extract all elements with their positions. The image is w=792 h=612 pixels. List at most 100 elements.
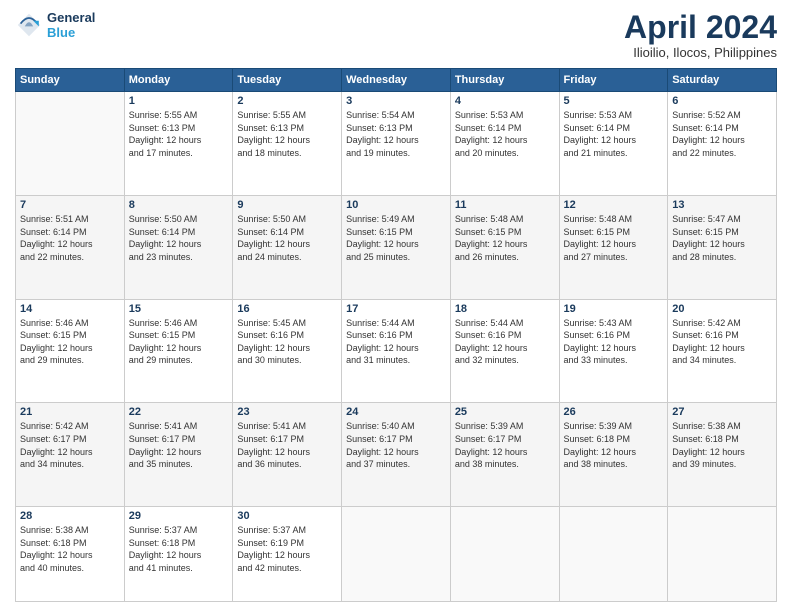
page: General Blue April 2024 Ilioilio, Ilocos… <box>0 0 792 612</box>
day-info: Sunrise: 5:44 AMSunset: 6:16 PMDaylight:… <box>346 317 446 367</box>
table-row <box>668 507 777 602</box>
table-row: 2Sunrise: 5:55 AMSunset: 6:13 PMDaylight… <box>233 92 342 196</box>
day-number: 19 <box>564 303 664 315</box>
day-info: Sunrise: 5:46 AMSunset: 6:15 PMDaylight:… <box>20 317 120 367</box>
day-number: 9 <box>237 199 337 211</box>
table-row: 15 Sunrise: 5:46 AMSunset: 6:15 PMDayligh… <box>124 299 233 403</box>
table-row: 16 Sunrise: 5:45 AMSunset: 6:16 PMDayligh… <box>233 299 342 403</box>
table-row: 12 Sunrise: 5:48 AMSunset: 6:15 PMDayligh… <box>559 195 668 299</box>
table-row <box>342 507 451 602</box>
day-number: 18 <box>455 303 555 315</box>
day-number: 7 <box>20 199 120 211</box>
title-section: April 2024 Ilioilio, Ilocos, Philippines <box>624 10 777 60</box>
logo-text: General Blue <box>47 10 95 40</box>
table-row: 22 Sunrise: 5:41 AMSunset: 6:17 PMDayligh… <box>124 403 233 507</box>
day-number: 14 <box>20 303 120 315</box>
day-info: Sunrise: 5:55 AMSunset: 6:13 PMDaylight:… <box>129 109 229 159</box>
table-row: 4 Sunrise: 5:53 AMSunset: 6:14 PMDaylight… <box>450 92 559 196</box>
col-tuesday: Tuesday <box>233 69 342 92</box>
day-info: Sunrise: 5:37 AMSunset: 6:19 PMDaylight:… <box>237 524 337 574</box>
day-number: 4 <box>455 95 555 107</box>
day-info: Sunrise: 5:49 AMSunset: 6:15 PMDaylight:… <box>346 213 446 263</box>
day-info: Sunrise: 5:48 AMSunset: 6:15 PMDaylight:… <box>564 213 664 263</box>
day-number: 12 <box>564 199 664 211</box>
calendar-week-5: 28 Sunrise: 5:38 AMSunset: 6:18 PMDayligh… <box>16 507 777 602</box>
table-row: 17 Sunrise: 5:44 AMSunset: 6:16 PMDayligh… <box>342 299 451 403</box>
table-row: 26 Sunrise: 5:39 AMSunset: 6:18 PMDayligh… <box>559 403 668 507</box>
calendar-week-2: 7 Sunrise: 5:51 AMSunset: 6:14 PMDaylight… <box>16 195 777 299</box>
day-number: 11 <box>455 199 555 211</box>
day-info: Sunrise: 5:44 AMSunset: 6:16 PMDaylight:… <box>455 317 555 367</box>
calendar-week-4: 21 Sunrise: 5:42 AMSunset: 6:17 PMDayligh… <box>16 403 777 507</box>
day-info: Sunrise: 5:50 AMSunset: 6:14 PMDaylight:… <box>129 213 229 263</box>
table-row: 8 Sunrise: 5:50 AMSunset: 6:14 PMDaylight… <box>124 195 233 299</box>
day-info: Sunrise: 5:38 AMSunset: 6:18 PMDaylight:… <box>20 524 120 574</box>
table-row: 29Sunrise: 5:37 AMSunset: 6:18 PMDayligh… <box>124 507 233 602</box>
logo: General Blue <box>15 10 95 40</box>
day-info: Sunrise: 5:41 AMSunset: 6:17 PMDaylight:… <box>129 420 229 470</box>
day-info: Sunrise: 5:37 AMSunset: 6:18 PMDaylight:… <box>129 524 229 574</box>
day-number: 10 <box>346 199 446 211</box>
day-number: 24 <box>346 406 446 418</box>
location-subtitle: Ilioilio, Ilocos, Philippines <box>624 45 777 60</box>
table-row: 27 Sunrise: 5:38 AMSunset: 6:18 PMDayligh… <box>668 403 777 507</box>
table-row <box>559 507 668 602</box>
day-number: 17 <box>346 303 446 315</box>
calendar-week-3: 14 Sunrise: 5:46 AMSunset: 6:15 PMDayligh… <box>16 299 777 403</box>
table-row: 9Sunrise: 5:50 AMSunset: 6:14 PMDaylight… <box>233 195 342 299</box>
day-number: 6 <box>672 95 772 107</box>
table-row: 19 Sunrise: 5:43 AMSunset: 6:16 PMDayligh… <box>559 299 668 403</box>
calendar-week-1: 1Sunrise: 5:55 AMSunset: 6:13 PMDaylight… <box>16 92 777 196</box>
table-row: 5Sunrise: 5:53 AMSunset: 6:14 PMDaylight… <box>559 92 668 196</box>
calendar-header-row: Sunday Monday Tuesday Wednesday Thursday… <box>16 69 777 92</box>
day-number: 15 <box>129 303 229 315</box>
day-number: 27 <box>672 406 772 418</box>
col-saturday: Saturday <box>668 69 777 92</box>
day-number: 20 <box>672 303 772 315</box>
day-info: Sunrise: 5:41 AMSunset: 6:17 PMDaylight:… <box>237 420 337 470</box>
table-row: 21 Sunrise: 5:42 AMSunset: 6:17 PMDayligh… <box>16 403 125 507</box>
day-info: Sunrise: 5:39 AMSunset: 6:17 PMDaylight:… <box>455 420 555 470</box>
table-row: 13Sunrise: 5:47 AMSunset: 6:15 PMDayligh… <box>668 195 777 299</box>
table-row: 1Sunrise: 5:55 AMSunset: 6:13 PMDaylight… <box>124 92 233 196</box>
table-row: 24 Sunrise: 5:40 AMSunset: 6:17 PMDayligh… <box>342 403 451 507</box>
day-info: Sunrise: 5:47 AMSunset: 6:15 PMDaylight:… <box>672 213 772 263</box>
table-row: 14 Sunrise: 5:46 AMSunset: 6:15 PMDayligh… <box>16 299 125 403</box>
table-row: 30 Sunrise: 5:37 AMSunset: 6:19 PMDayligh… <box>233 507 342 602</box>
calendar-table: Sunday Monday Tuesday Wednesday Thursday… <box>15 68 777 602</box>
day-info: Sunrise: 5:53 AMSunset: 6:14 PMDaylight:… <box>455 109 555 159</box>
day-info: Sunrise: 5:51 AMSunset: 6:14 PMDaylight:… <box>20 213 120 263</box>
table-row: 7 Sunrise: 5:51 AMSunset: 6:14 PMDaylight… <box>16 195 125 299</box>
day-number: 25 <box>455 406 555 418</box>
day-info: Sunrise: 5:48 AMSunset: 6:15 PMDaylight:… <box>455 213 555 263</box>
day-number: 16 <box>237 303 337 315</box>
day-number: 21 <box>20 406 120 418</box>
day-info: Sunrise: 5:52 AMSunset: 6:14 PMDaylight:… <box>672 109 772 159</box>
col-thursday: Thursday <box>450 69 559 92</box>
day-info: Sunrise: 5:46 AMSunset: 6:15 PMDaylight:… <box>129 317 229 367</box>
day-info: Sunrise: 5:39 AMSunset: 6:18 PMDaylight:… <box>564 420 664 470</box>
table-row: 6 Sunrise: 5:52 AMSunset: 6:14 PMDaylight… <box>668 92 777 196</box>
day-number: 5 <box>564 95 664 107</box>
day-number: 22 <box>129 406 229 418</box>
day-info: Sunrise: 5:54 AMSunset: 6:13 PMDaylight:… <box>346 109 446 159</box>
logo-icon <box>15 11 43 39</box>
col-sunday: Sunday <box>16 69 125 92</box>
day-number: 23 <box>237 406 337 418</box>
table-row: 28 Sunrise: 5:38 AMSunset: 6:18 PMDayligh… <box>16 507 125 602</box>
table-row: 25 Sunrise: 5:39 AMSunset: 6:17 PMDayligh… <box>450 403 559 507</box>
day-info: Sunrise: 5:45 AMSunset: 6:16 PMDaylight:… <box>237 317 337 367</box>
day-info: Sunrise: 5:40 AMSunset: 6:17 PMDaylight:… <box>346 420 446 470</box>
day-number: 28 <box>20 510 120 522</box>
col-monday: Monday <box>124 69 233 92</box>
day-number: 26 <box>564 406 664 418</box>
day-number: 2 <box>237 95 337 107</box>
day-number: 30 <box>237 510 337 522</box>
col-wednesday: Wednesday <box>342 69 451 92</box>
table-row: 23 Sunrise: 5:41 AMSunset: 6:17 PMDayligh… <box>233 403 342 507</box>
day-number: 8 <box>129 199 229 211</box>
day-info: Sunrise: 5:43 AMSunset: 6:16 PMDaylight:… <box>564 317 664 367</box>
day-info: Sunrise: 5:38 AMSunset: 6:18 PMDaylight:… <box>672 420 772 470</box>
table-row: 20Sunrise: 5:42 AMSunset: 6:16 PMDayligh… <box>668 299 777 403</box>
day-info: Sunrise: 5:42 AMSunset: 6:17 PMDaylight:… <box>20 420 120 470</box>
